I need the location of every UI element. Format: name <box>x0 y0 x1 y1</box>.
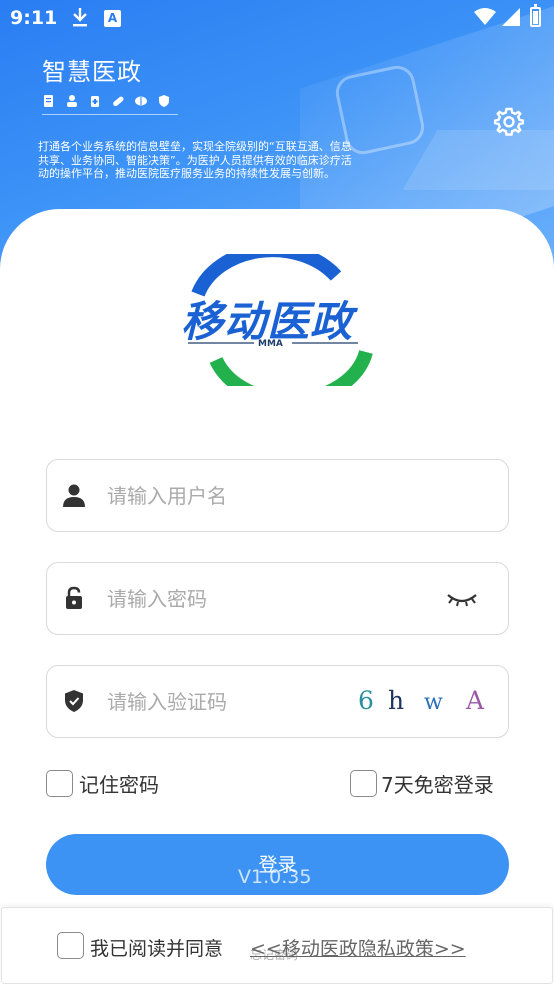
version-label: V1.0.35 <box>238 866 312 888</box>
download-icon <box>73 8 87 27</box>
user-icon <box>63 484 85 507</box>
lock-icon <box>66 586 82 609</box>
agree-checkbox[interactable] <box>57 932 84 959</box>
pill-icon <box>113 96 124 107</box>
signal-icon <box>502 8 520 26</box>
checkbox-box[interactable] <box>350 769 377 797</box>
checkbox-box[interactable] <box>46 769 73 797</box>
captcha-char: A <box>466 686 485 715</box>
privacy-policy-link[interactable]: <<移动医政隐私政策>> <box>250 934 466 961</box>
doctor-icon <box>67 95 77 107</box>
agreement-bar: 我已阅读并同意 忘记密码 <<移动医政隐私政策>> <box>1 907 553 984</box>
captcha-char: h <box>388 686 405 715</box>
file-icon <box>44 95 53 107</box>
status-time: 9:11 <box>10 7 58 29</box>
app-title: 智慧医政 <box>42 58 142 86</box>
gear-icon[interactable] <box>494 106 524 136</box>
captcha-image[interactable]: 6 h w A <box>358 682 494 722</box>
shield-check-icon <box>65 690 83 712</box>
eye-closed-icon[interactable] <box>446 589 478 609</box>
wifi-icon <box>474 8 496 25</box>
brain-icon <box>135 96 147 106</box>
password-field <box>46 562 509 635</box>
shield-icon <box>159 95 169 107</box>
header-description: 打通各个业务系统的信息壁垒，实现全院级别的“互联互通、信息共享、业务协同、智能决… <box>38 140 352 180</box>
battery-icon <box>530 4 541 27</box>
feature-icon-row <box>42 94 171 108</box>
captcha-field: 6 h w A <box>46 665 509 738</box>
agree-label: 我已阅读并同意 <box>90 938 224 960</box>
divider <box>42 114 178 115</box>
medicine-icon <box>91 96 99 107</box>
remember-password-label: 记住密码 <box>79 772 159 797</box>
logo-abbr: MMA <box>258 339 283 349</box>
remember-password-checkbox[interactable]: 记住密码 <box>46 768 159 798</box>
status-bar: 9:11 A <box>0 0 554 36</box>
captcha-char: 6 <box>358 686 374 715</box>
accessibility-icon: A <box>104 10 121 27</box>
username-field <box>46 459 509 532</box>
captcha-char: w <box>424 690 443 715</box>
password-input[interactable] <box>107 579 407 619</box>
auto-login-checkbox[interactable]: 7天免密登录 <box>350 768 494 798</box>
auto-login-label: 7天免密登录 <box>381 772 494 797</box>
username-input[interactable] <box>107 476 407 516</box>
